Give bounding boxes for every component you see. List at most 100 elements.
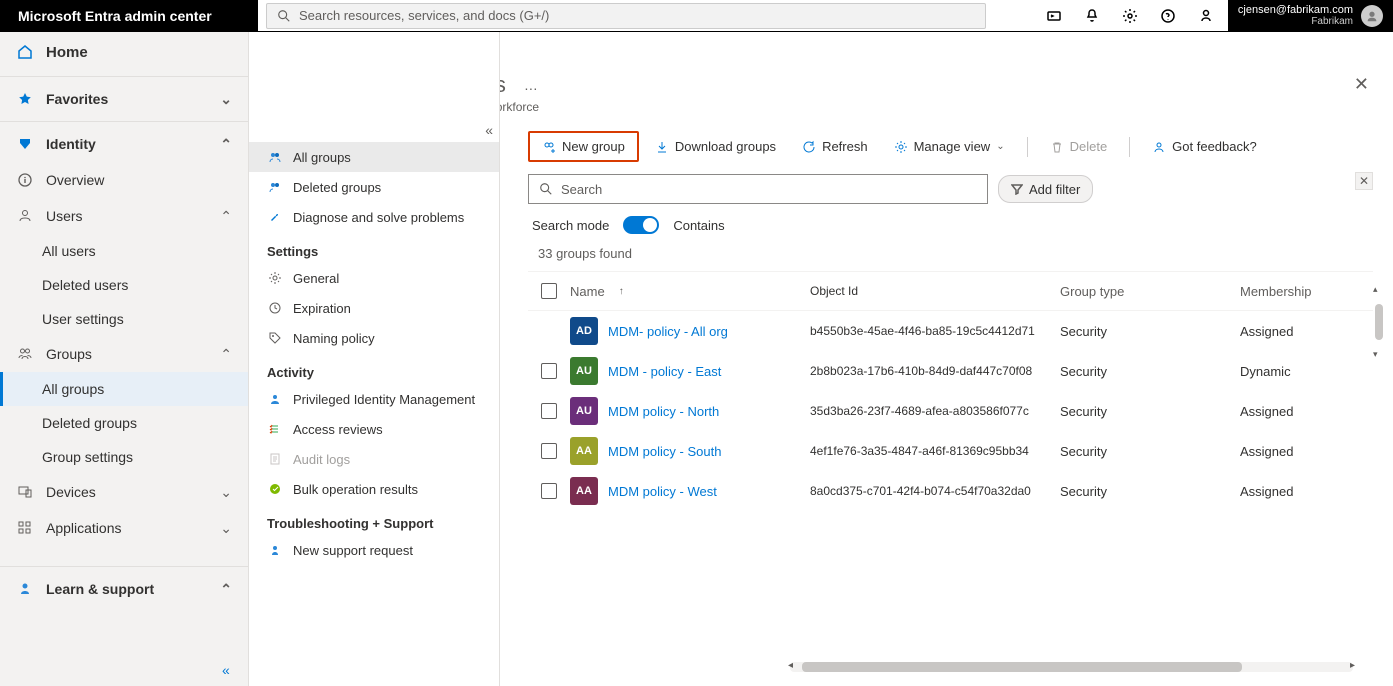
collapse-blade-icon[interactable]: « [485, 122, 493, 138]
bn-new-request[interactable]: New support request [249, 535, 499, 565]
nav-home[interactable]: Home [0, 32, 248, 72]
group-initials-icon: AA [570, 437, 598, 465]
group-name-link[interactable]: MDM policy - South [608, 444, 721, 459]
nav-identity[interactable]: Identity ⌃ [0, 126, 248, 162]
nav-devices[interactable]: Devices ⌄ [0, 474, 248, 510]
group-name-link[interactable]: MDM policy - West [608, 484, 717, 499]
bn-activity-header: Activity [249, 353, 499, 384]
vertical-scrollbar[interactable]: ▴▾ [1375, 292, 1383, 352]
feedback-icon[interactable] [1190, 0, 1222, 32]
gear-icon [267, 270, 283, 286]
groups-table: Name↑ Object Id Group type Membership AD… [508, 265, 1393, 511]
chevron-up-icon: ⌃ [220, 208, 232, 225]
list-search-input[interactable]: Search [528, 174, 988, 204]
global-search-placeholder: Search resources, services, and docs (G+… [299, 8, 549, 23]
search-mode-toggle[interactable] [623, 216, 659, 234]
group-type-cell: Security [1060, 364, 1240, 379]
nav-all-users[interactable]: All users [0, 234, 248, 268]
bn-pim[interactable]: Privileged Identity Management [249, 384, 499, 414]
download-groups-button[interactable]: Download groups [645, 135, 786, 158]
nav-users[interactable]: Users ⌃ [0, 198, 248, 234]
feedback-button[interactable]: Got feedback? [1142, 135, 1267, 158]
nav-groups[interactable]: Groups ⌃ [0, 336, 248, 372]
nav-deleted-groups[interactable]: Deleted groups [0, 406, 248, 440]
object-id-cell: b4550b3e-45ae-4f46-ba85-19c5c4412d71 [810, 324, 1060, 338]
table-header: Name↑ Object Id Group type Membership [528, 271, 1373, 311]
group-type-cell: Security [1060, 444, 1240, 459]
membership-cell: Assigned [1240, 444, 1330, 459]
table-row[interactable]: AD MDM- policy - All org b4550b3e-45ae-4f4… [528, 311, 1373, 351]
row-checkbox[interactable] [528, 403, 570, 419]
column-name[interactable]: Name↑ [570, 284, 810, 299]
add-filter-button[interactable]: Add filter [998, 175, 1093, 203]
bn-access-reviews[interactable]: Access reviews [249, 414, 499, 444]
nav-learn-support[interactable]: Learn & support ⌃ [0, 571, 248, 607]
chevron-up-icon: ⌃ [220, 346, 232, 363]
checklist-icon [267, 421, 283, 437]
chevron-down-icon: ⌄ [220, 91, 232, 108]
wrench-icon [267, 209, 283, 225]
row-checkbox[interactable] [528, 483, 570, 499]
cloud-shell-icon[interactable] [1038, 0, 1070, 32]
nav-favorites[interactable]: Favorites ⌄ [0, 81, 248, 117]
bn-bulk-results[interactable]: Bulk operation results [249, 474, 499, 504]
toolbar: New group Download groups Refresh Manage… [508, 127, 1393, 170]
devices-icon [16, 483, 34, 501]
bn-all-groups[interactable]: All groups [249, 142, 499, 172]
manage-view-button[interactable]: Manage view ⌄ [884, 135, 1015, 158]
chevron-down-icon: ⌄ [996, 141, 1004, 152]
settings-icon[interactable] [1114, 0, 1146, 32]
object-id-cell: 4ef1fe76-3a35-4847-a46f-81369c95bb34 [810, 444, 1060, 458]
nav-overview[interactable]: Overview [0, 162, 248, 198]
close-panel-button[interactable]: ✕ [1355, 172, 1373, 190]
nav-all-groups[interactable]: All groups [0, 372, 248, 406]
collapse-leftnav-icon[interactable]: « [222, 662, 230, 678]
bn-deleted-groups[interactable]: Deleted groups [249, 172, 499, 202]
content-area: New group Download groups Refresh Manage… [500, 32, 1393, 686]
chevron-down-icon: ⌄ [220, 484, 232, 501]
table-row[interactable]: AAMDM policy - West8a0cd375-c701-42f4-b0… [528, 471, 1373, 511]
refresh-button[interactable]: Refresh [792, 135, 878, 158]
select-all-checkbox[interactable] [528, 283, 570, 299]
column-group-type[interactable]: Group type [1060, 284, 1240, 299]
group-name-link[interactable]: MDM policy - North [608, 404, 719, 419]
users-icon [16, 207, 34, 225]
bn-naming[interactable]: Naming policy [249, 323, 499, 353]
delete-button[interactable]: Delete [1040, 135, 1118, 158]
nav-deleted-users[interactable]: Deleted users [0, 268, 248, 302]
group-type-cell: Security [1060, 324, 1240, 339]
nav-group-settings[interactable]: Group settings [0, 440, 248, 474]
star-icon [16, 90, 34, 108]
search-mode-value: Contains [673, 218, 724, 233]
group-name-link[interactable]: MDM - policy - East [608, 364, 721, 379]
notifications-icon[interactable] [1076, 0, 1108, 32]
search-icon [277, 9, 291, 23]
bn-expiration[interactable]: Expiration [249, 293, 499, 323]
table-row[interactable]: AA MDM policy - South 4ef1fe76-3a35-4847-a… [528, 431, 1373, 471]
group-initials-icon: AD [570, 317, 598, 345]
help-icon[interactable] [1152, 0, 1184, 32]
row-checkbox[interactable] [528, 443, 570, 459]
user-account-area[interactable]: cjensen@fabrikam.com Fabrikam [1228, 0, 1393, 32]
chevron-down-icon: ⌄ [220, 520, 232, 537]
global-search-input[interactable]: Search resources, services, and docs (G+… [266, 3, 986, 29]
column-membership[interactable]: Membership [1240, 284, 1330, 299]
table-row[interactable]: AUMDM policy - North35d3ba26-23f7-4689-a… [528, 391, 1373, 431]
bn-general[interactable]: General [249, 263, 499, 293]
row-checkbox[interactable] [528, 363, 570, 379]
avatar [1361, 5, 1383, 27]
bulk-icon [267, 481, 283, 497]
horizontal-scrollbar[interactable]: ◂▸ [790, 662, 1353, 672]
nav-user-settings[interactable]: User settings [0, 302, 248, 336]
table-row[interactable]: AUMDM - policy - East2b8b023a-17b6-410b-… [528, 351, 1373, 391]
bn-diagnose[interactable]: Diagnose and solve problems [249, 202, 499, 232]
group-initials-icon: AU [570, 357, 598, 385]
nav-applications[interactable]: Applications ⌄ [0, 510, 248, 546]
refresh-icon [802, 140, 816, 154]
column-object-id[interactable]: Object Id [810, 284, 1060, 298]
search-icon [539, 182, 553, 196]
group-type-cell: Security [1060, 404, 1240, 419]
groups-icon [16, 345, 34, 363]
group-name-link[interactable]: MDM- policy - All org [608, 324, 728, 339]
new-group-button[interactable]: New group [528, 131, 639, 162]
